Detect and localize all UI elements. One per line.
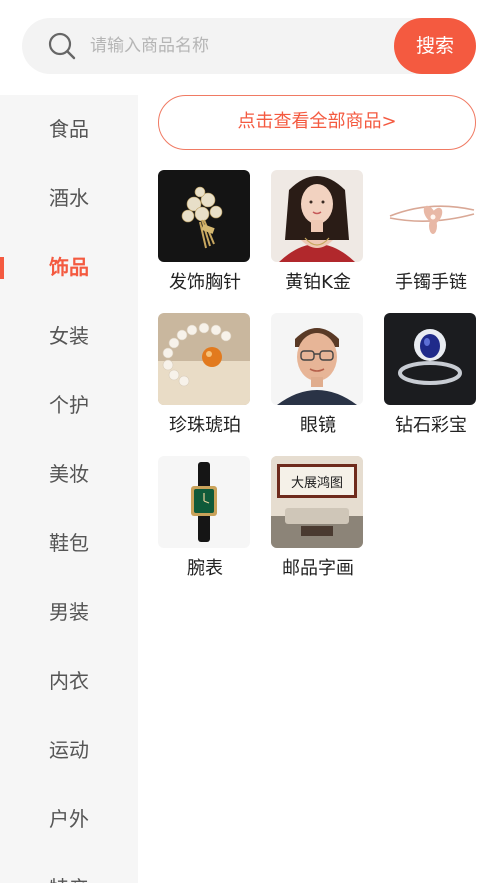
- sidebar-item-mens-wear[interactable]: 男装: [0, 578, 138, 647]
- sidebar-item-food[interactable]: 食品: [0, 95, 138, 164]
- watch-image: [158, 456, 250, 548]
- sidebar-item-makeup[interactable]: 美妆: [0, 440, 138, 509]
- product-item[interactable]: 腕表: [158, 456, 252, 580]
- product-label: 钻石彩宝: [395, 415, 467, 436]
- product-item[interactable]: 钻石彩宝: [384, 313, 478, 437]
- product-label: 黄铂K金: [285, 272, 351, 293]
- search-bar[interactable]: 请输入商品名称 搜索: [22, 18, 476, 74]
- product-item[interactable]: 手镯手链: [384, 170, 478, 294]
- view-all-products-button[interactable]: 点击查看全部商品>: [158, 95, 476, 150]
- product-item[interactable]: 大展鸿图 邮品字画: [271, 456, 365, 580]
- sapphire-ring-image: [384, 313, 476, 405]
- product-label: 邮品字画: [282, 558, 354, 579]
- product-item[interactable]: 黄铂K金: [271, 170, 365, 294]
- sidebar-item-specialty[interactable]: 特产: [0, 854, 138, 883]
- product-item[interactable]: 珍珠琥珀: [158, 313, 252, 437]
- product-label: 发饰胸针: [169, 272, 241, 293]
- product-label: 手镯手链: [395, 272, 467, 293]
- brooch-image: [158, 170, 250, 262]
- sidebar-item-sports[interactable]: 运动: [0, 716, 138, 785]
- svg-text:大展鸿图: 大展鸿图: [291, 475, 343, 491]
- sidebar-item-accessories[interactable]: 饰品: [0, 233, 138, 302]
- product-label: 珍珠琥珀: [169, 415, 241, 436]
- sidebar-item-outdoor[interactable]: 户外: [0, 785, 138, 854]
- man-glasses-image: [271, 313, 363, 405]
- product-label: 眼镜: [300, 415, 336, 436]
- product-item[interactable]: 发饰胸针: [158, 170, 252, 294]
- model-necklace-image: [271, 170, 363, 262]
- search-button[interactable]: 搜索: [394, 18, 476, 74]
- sidebar-item-underwear[interactable]: 内衣: [0, 647, 138, 716]
- sidebar-item-drinks[interactable]: 酒水: [0, 164, 138, 233]
- calligraphy-room-image: 大展鸿图: [271, 456, 363, 548]
- pearl-bracelet-image: [158, 313, 250, 405]
- sidebar-item-personal-care[interactable]: 个护: [0, 371, 138, 440]
- sidebar-item-shoes-bags[interactable]: 鞋包: [0, 509, 138, 578]
- search-icon: [48, 32, 76, 60]
- search-input[interactable]: 请输入商品名称: [90, 18, 209, 74]
- product-item[interactable]: 眼镜: [271, 313, 365, 437]
- bracelet-image: [384, 170, 476, 262]
- sidebar-item-womens-wear[interactable]: 女装: [0, 302, 138, 371]
- calligraphy-artwork: 大展鸿图: [271, 456, 363, 548]
- product-label: 腕表: [187, 558, 223, 579]
- category-sidebar: 食品 酒水 饰品 女装 个护 美妆 鞋包 男装 内衣 运动 户外 特产: [0, 95, 138, 883]
